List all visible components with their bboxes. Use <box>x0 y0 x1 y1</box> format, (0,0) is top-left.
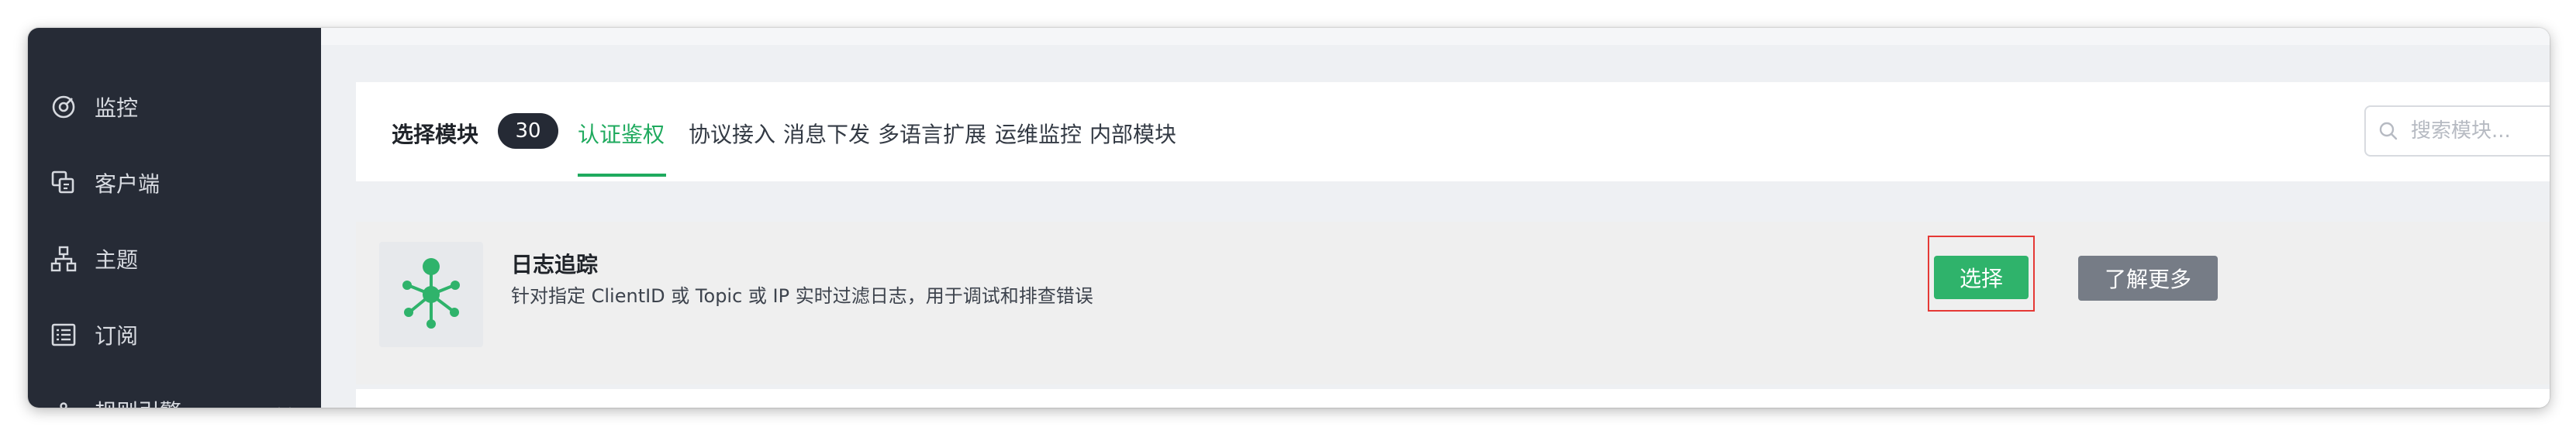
search-input[interactable] <box>2409 115 2550 147</box>
sidebar: 监控 客户端 主题 订阅 <box>28 28 321 408</box>
tabs-title: 选择模块 <box>392 122 479 147</box>
sidebar-item-label: 订阅 <box>95 323 139 349</box>
chevron-down-icon[interactable] <box>275 401 295 408</box>
app-window: 监控 客户端 主题 订阅 选择模块 30 认证鉴权 协议接入 消息下发 多语言扩… <box>28 28 2550 408</box>
topics-tree-icon <box>50 246 77 272</box>
tab-multilang-extension[interactable]: 多语言扩展 <box>878 118 986 149</box>
tab-message-delivery[interactable]: 消息下发 <box>783 118 870 149</box>
sidebar-item-rule-engine[interactable]: 规则引擎 <box>28 374 321 408</box>
module-description: 针对指定 ClientID 或 Topic 或 IP 实时过滤日志，用于调试和排… <box>511 285 1093 307</box>
sidebar-item-label: 客户端 <box>95 171 161 197</box>
log-trace-network-icon <box>402 258 460 329</box>
tab-protocols[interactable]: 协议接入 <box>689 118 775 149</box>
sidebar-item-label: 监控 <box>95 95 139 121</box>
module-count-badge: 30 <box>498 113 558 149</box>
tab-auth[interactable]: 认证鉴权 <box>578 118 665 149</box>
tab-internal-modules[interactable]: 内部模块 <box>1089 118 1176 149</box>
monitor-gauge-icon <box>52 95 75 119</box>
sidebar-item-subscriptions[interactable]: 订阅 <box>28 298 321 372</box>
sidebar-item-monitor[interactable]: 监控 <box>28 70 321 144</box>
module-logo <box>379 242 483 347</box>
top-band <box>321 28 2550 45</box>
module-tabs-bar: 选择模块 30 认证鉴权 协议接入 消息下发 多语言扩展 运维监控 内部模块 <box>356 82 2550 181</box>
tab-ops-monitoring[interactable]: 运维监控 <box>995 118 1082 149</box>
module-card: 日志追踪 针对指定 ClientID 或 Topic 或 IP 实时过滤日志，用… <box>356 222 2550 384</box>
sidebar-item-label: 规则引擎 <box>95 395 181 408</box>
rule-engine-icon <box>60 402 67 408</box>
next-module-card <box>356 389 2550 408</box>
clients-icon <box>51 170 74 194</box>
sidebar-item-topics[interactable]: 主题 <box>28 222 321 296</box>
active-tab-indicator <box>578 174 666 177</box>
select-module-button[interactable]: 选择 <box>1934 256 2029 299</box>
sidebar-item-clients[interactable]: 客户端 <box>28 146 321 220</box>
main-content: 选择模块 30 认证鉴权 协议接入 消息下发 多语言扩展 运维监控 内部模块 搜… <box>321 28 2550 408</box>
subscriptions-list-icon <box>51 323 76 346</box>
module-search[interactable] <box>2364 105 2550 157</box>
search-icon <box>2379 122 2398 140</box>
module-name: 日志追踪 <box>511 252 599 277</box>
learn-more-button[interactable]: 了解更多 <box>2078 256 2218 301</box>
sidebar-item-label: 主题 <box>95 247 139 273</box>
